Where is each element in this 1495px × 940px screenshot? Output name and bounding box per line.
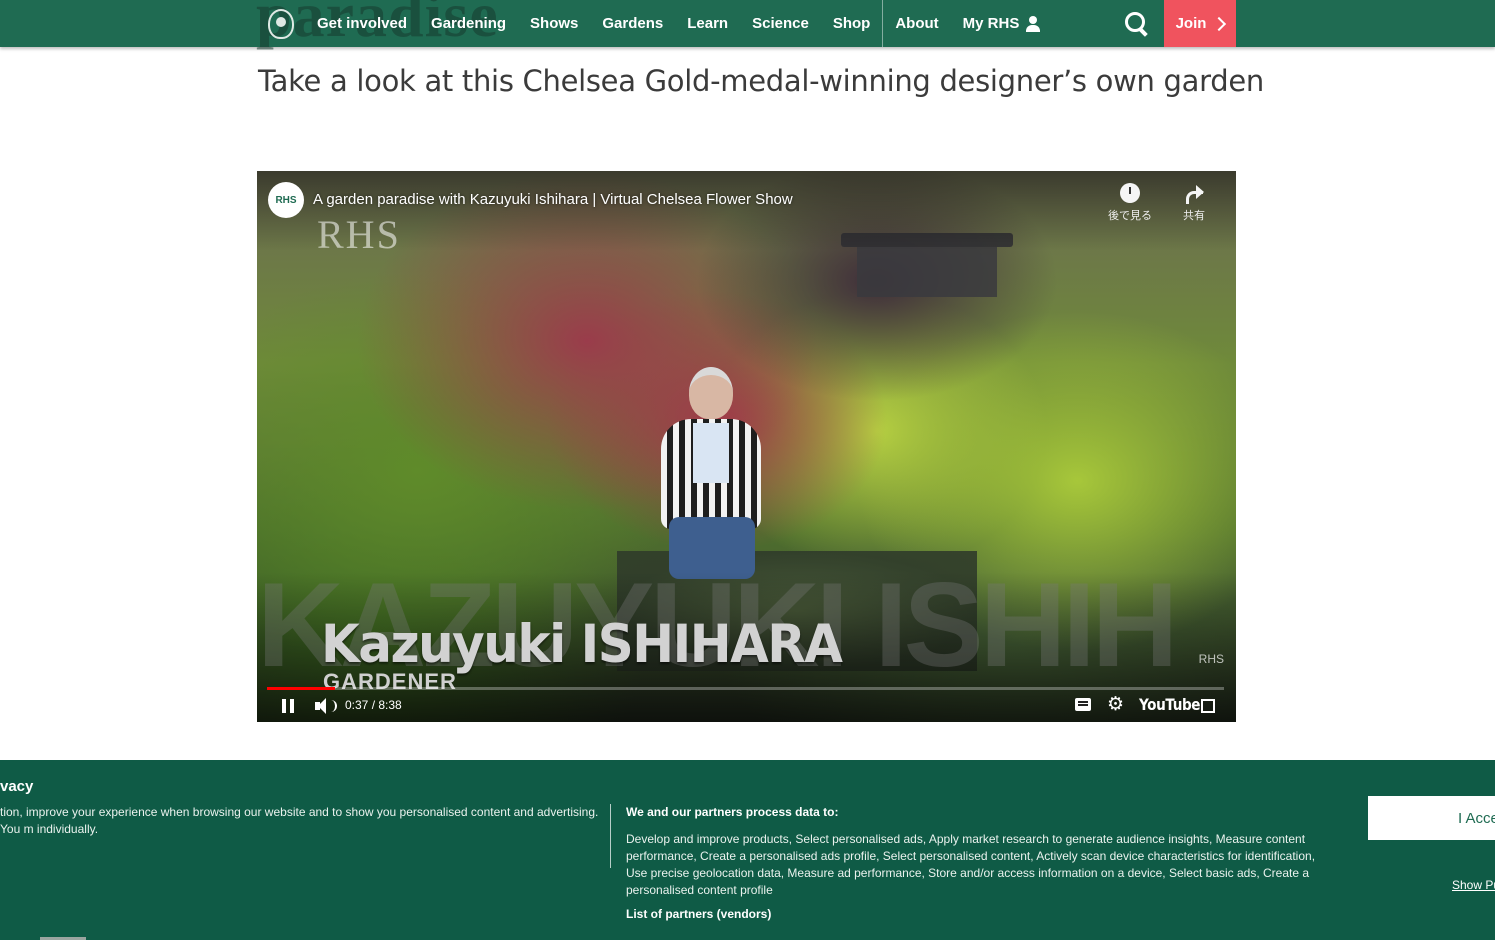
nav-item-science[interactable]: Science [740,0,821,47]
top-navigation-bar: paradise Get involved Gardening Shows Ga… [0,0,1495,50]
share-label: 共有 [1183,210,1205,222]
watch-later-button[interactable]: 後で見る [1102,183,1158,223]
video-role-caption: GARDENER [323,669,457,694]
video-controls: 0:37 / 8:38 YouTube [257,693,1236,719]
privacy-title: vacy [0,778,34,795]
watch-later-label: 後で見る [1108,210,1152,222]
video-player[interactable]: RHS RHS A garden paradise with Kazuyuki … [257,171,1236,722]
video-frame-building [841,233,1013,297]
purposes-heading: We and our partners process data to: [626,805,839,819]
person-head [689,367,733,419]
nav-item-shop[interactable]: Shop [821,0,883,47]
nav-item-learn[interactable]: Learn [675,0,740,47]
share-button[interactable]: 共有 [1166,183,1222,223]
nav-item-my-rhs-label: My RHS [962,15,1020,32]
privacy-divider [610,804,611,868]
clock-icon [1120,183,1140,203]
volume-wave-icon [327,700,337,712]
nav-item-my-rhs[interactable]: My RHS [951,0,1054,47]
nav-item-gardens[interactable]: Gardens [590,0,675,47]
video-progress-fill [267,687,336,690]
user-icon [1025,15,1041,32]
join-button-label: Join [1175,15,1207,32]
share-icon [1184,183,1204,204]
channel-avatar[interactable]: RHS [268,182,304,218]
nav-item-shows[interactable]: Shows [518,0,590,47]
video-frame-person [649,367,773,579]
show-purposes-link[interactable]: Show Pu [1452,878,1495,892]
privacy-banner: vacy tion, improve your experience when … [0,760,1495,940]
subtitles-icon[interactable] [1075,698,1091,711]
search-icon-handle [1138,27,1148,37]
accept-button[interactable]: I Acce [1368,796,1495,840]
nav-item-about[interactable]: About [883,0,950,47]
pause-icon[interactable] [282,699,294,713]
video-progress-bar[interactable] [267,687,1224,690]
nav-item-get-involved[interactable]: Get involved [305,0,419,47]
purposes-list: Develop and improve products, Select per… [626,832,1316,897]
fullscreen-icon[interactable] [1201,699,1215,713]
rhs-logo-icon[interactable] [268,9,294,39]
chevron-right-icon [1212,16,1227,32]
nav-menu: Get involved Gardening Shows Gardens Lea… [305,0,1053,47]
nav-item-gardening[interactable]: Gardening [419,0,518,47]
video-top-gradient [257,171,1236,251]
privacy-description: tion, improve your experience when brows… [0,805,599,836]
video-time: 0:37 / 8:38 [345,698,402,712]
join-button[interactable]: Join [1164,0,1236,47]
video-name-caption: Kazuyuki ISHIHARA [321,613,843,675]
video-corner-logo: RHS [1198,652,1224,666]
search-button[interactable] [1122,9,1150,37]
article-subtitle: Take a look at this Chelsea Gold-medal-w… [258,64,1264,98]
settings-gear-icon[interactable] [1107,693,1124,715]
person-shirt [693,423,729,483]
video-title[interactable]: A garden paradise with Kazuyuki Ishihara… [313,191,793,208]
vendors-link[interactable]: List of partners (vendors) [626,907,771,921]
youtube-logo[interactable]: YouTube [1139,695,1201,714]
video-watermark: RHS [317,212,401,257]
